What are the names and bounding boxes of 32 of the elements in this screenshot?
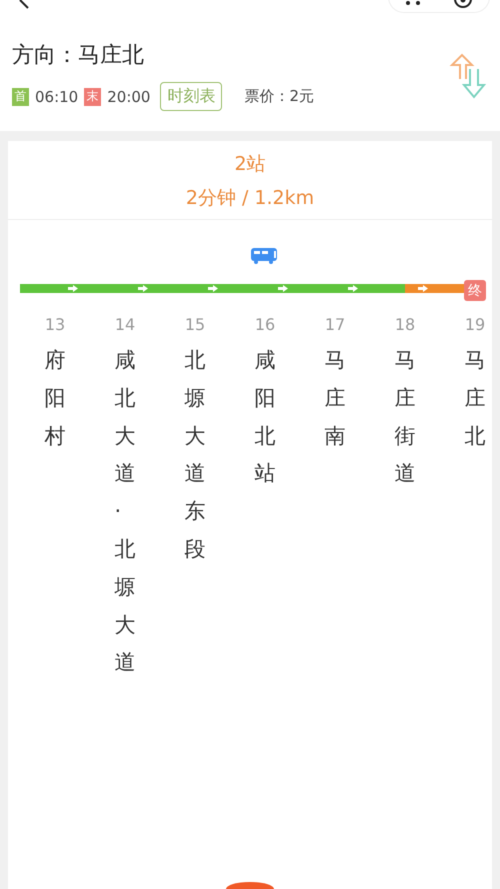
stop-number: 17 [324, 315, 346, 334]
terminal-badge: 终 [464, 280, 486, 301]
stop-name[interactable]: 马庄街道 [394, 342, 416, 494]
stop-name[interactable]: 北塬大道东段 [184, 342, 206, 569]
stop-name[interactable]: 府阳村 [44, 342, 66, 456]
first-bus-badge: 首 [12, 88, 29, 106]
direction-label: 方向：马庄北 [12, 42, 145, 70]
last-bus-time: 20:00 [107, 88, 150, 106]
stop-count: 2站 [234, 152, 266, 177]
arrow-icon [208, 285, 218, 292]
stop-name[interactable]: 咸阳北站 [254, 342, 276, 494]
stop-number: 13 [44, 315, 66, 334]
stop-number: 18 [394, 315, 416, 334]
stop-number: 15 [184, 315, 206, 334]
stop-number: 16 [254, 315, 276, 334]
fare-text: 票价：2元 [244, 87, 314, 106]
stop-name[interactable]: 马庄南 [324, 342, 346, 456]
capsule-menu[interactable] [388, 0, 490, 13]
stop-number: 19 [464, 315, 486, 334]
arrow-icon [68, 285, 78, 292]
stop-name[interactable]: 咸北大道·北塬大道 [114, 342, 136, 682]
arrow-icon [418, 285, 428, 292]
stop-number: 14 [114, 315, 136, 334]
last-bus-badge: 末 [84, 88, 102, 106]
first-bus-time: 06:10 [35, 88, 78, 106]
stop-name[interactable]: 马庄北 [464, 342, 486, 456]
menu-icon[interactable] [405, 1, 421, 7]
arrow-icon [348, 285, 358, 292]
trip-detail: 2分钟 / 1.2km [186, 186, 314, 211]
back-icon[interactable] [18, 0, 30, 10]
arrow-icon [138, 285, 148, 292]
arrow-icon [278, 285, 288, 292]
